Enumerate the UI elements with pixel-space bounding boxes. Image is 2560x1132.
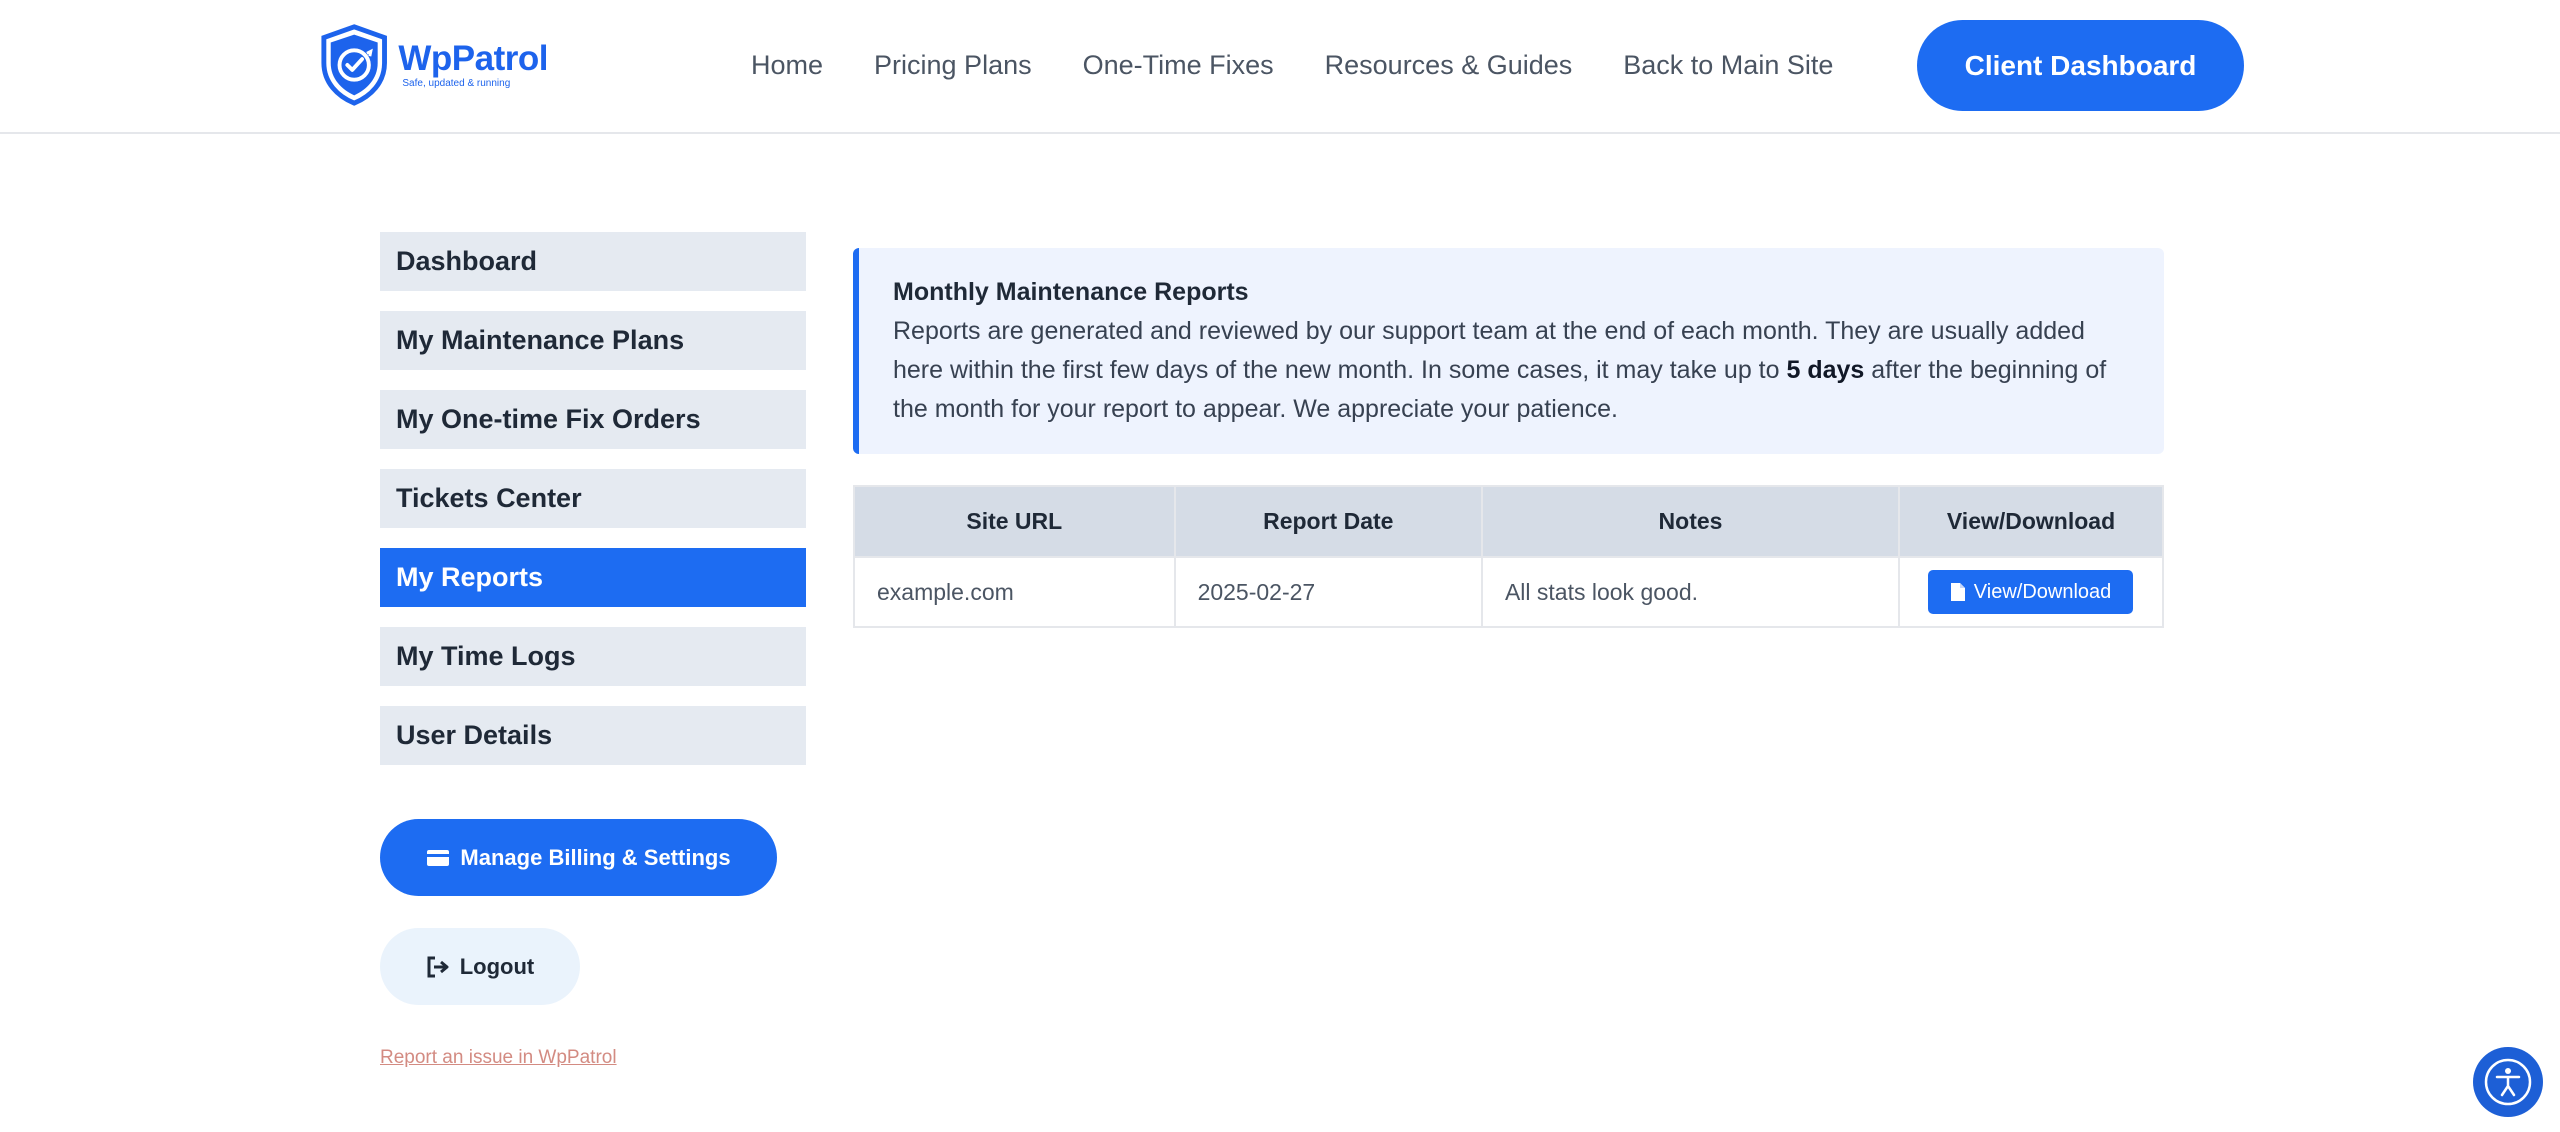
- nav-home[interactable]: Home: [751, 50, 823, 81]
- header-site-url: Site URL: [853, 485, 1176, 558]
- sidebar-item-my-reports[interactable]: My Reports: [380, 548, 806, 607]
- sidebar-item-tickets-center[interactable]: Tickets Center: [380, 469, 806, 528]
- brand-tagline: Safe, updated & running: [402, 78, 511, 89]
- header-view-download: View/Download: [1898, 485, 2164, 558]
- logout-button[interactable]: Logout: [380, 928, 580, 1005]
- cell-action: View/Download: [1898, 556, 2164, 628]
- shield-logo-icon: [321, 24, 387, 106]
- sidebar-item-fix-orders[interactable]: My One-time Fix Orders: [380, 390, 806, 449]
- nav-back-to-main-site[interactable]: Back to Main Site: [1623, 50, 1833, 81]
- accessibility-button[interactable]: [2473, 1047, 2543, 1117]
- notice-body: Reports are generated and reviewed by ou…: [893, 312, 2134, 429]
- nav-pricing-plans[interactable]: Pricing Plans: [874, 50, 1032, 81]
- accessibility-icon: [2484, 1058, 2532, 1106]
- report-issue-link[interactable]: Report an issue in WpPatrol: [380, 1047, 617, 1069]
- cell-report-date: 2025-02-27: [1173, 556, 1483, 628]
- logout-label: Logout: [459, 953, 535, 979]
- logout-icon: [427, 956, 449, 977]
- nav-resources-guides[interactable]: Resources & Guides: [1325, 50, 1573, 81]
- nav-one-time-fixes[interactable]: One-Time Fixes: [1083, 50, 1274, 81]
- brand-name: WpPatrol: [398, 39, 548, 78]
- main-nav: Home Pricing Plans One-Time Fixes Resour…: [751, 40, 1833, 90]
- cell-notes: All stats look good.: [1480, 556, 1901, 628]
- notice-title: Monthly Maintenance Reports: [893, 278, 1249, 306]
- site-header: WpPatrol Safe, updated & running Home Pr…: [0, 0, 2560, 134]
- table-row: example.com 2025-02-27 All stats look go…: [853, 556, 2164, 628]
- client-dashboard-button[interactable]: Client Dashboard: [1917, 20, 2244, 111]
- view-download-label: View/Download: [1973, 580, 2112, 603]
- sidebar-item-maintenance-plans[interactable]: My Maintenance Plans: [380, 311, 806, 370]
- manage-billing-label: Manage Billing & Settings: [460, 844, 731, 870]
- reports-table: Site URL Report Date Notes View/Download…: [853, 485, 2164, 628]
- header-notes: Notes: [1480, 485, 1901, 558]
- manage-billing-button[interactable]: Manage Billing & Settings: [380, 819, 777, 896]
- account-sidebar: Dashboard My Maintenance Plans My One-ti…: [380, 232, 806, 785]
- sidebar-item-time-logs[interactable]: My Time Logs: [380, 627, 806, 686]
- document-icon: [1950, 583, 1965, 601]
- sidebar-item-dashboard[interactable]: Dashboard: [380, 232, 806, 291]
- view-download-button[interactable]: View/Download: [1928, 570, 2134, 614]
- reports-notice: Monthly Maintenance Reports Reports are …: [853, 248, 2164, 454]
- table-header-row: Site URL Report Date Notes View/Download: [853, 485, 2164, 558]
- sidebar-item-user-details[interactable]: User Details: [380, 706, 806, 765]
- brand-logo[interactable]: WpPatrol Safe, updated & running: [318, 22, 548, 108]
- cell-site-url: example.com: [853, 556, 1176, 628]
- notice-emphasis: 5 days: [1786, 356, 1865, 384]
- credit-card-icon: [427, 849, 450, 866]
- header-report-date: Report Date: [1173, 485, 1483, 558]
